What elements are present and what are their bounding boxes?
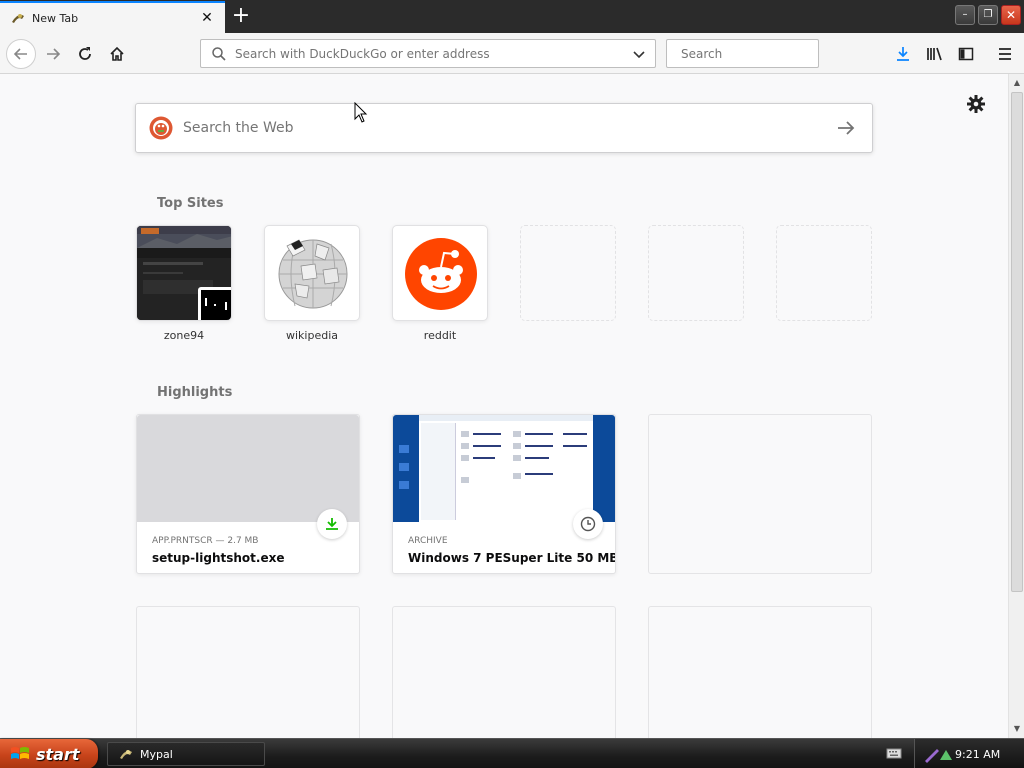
- zone94-favicon-icon: [198, 287, 231, 320]
- search-input[interactable]: [681, 46, 831, 61]
- highlight-card[interactable]: APP.PRNTSCR — 2.7 MB setup-lightshot.exe: [136, 414, 360, 574]
- arrow-right-icon[interactable]: [834, 116, 858, 140]
- tab-close-icon[interactable]: ✕: [199, 10, 215, 26]
- search-bar[interactable]: [666, 39, 831, 68]
- window-minimize-button[interactable]: –: [955, 5, 975, 25]
- highlight-empty: [136, 606, 360, 738]
- hamburger-menu-icon: [999, 48, 1011, 60]
- download-icon: [897, 47, 909, 61]
- wikipedia-globe-icon: [278, 239, 348, 309]
- highlight-thumbnail: [137, 415, 359, 522]
- arrow-left-icon: [13, 48, 27, 60]
- windows-logo-icon: [11, 747, 29, 759]
- empty-tile: [648, 225, 744, 321]
- home-icon: [110, 46, 124, 61]
- highlight-empty: [392, 606, 616, 738]
- highlight-title: setup-lightshot.exe: [152, 551, 285, 565]
- taskbar-button-label: Mypal: [140, 747, 173, 761]
- top-site-zone94[interactable]: zone94: [136, 225, 232, 342]
- sidebar-button[interactable]: [953, 41, 979, 67]
- mypal-favicon-icon: [12, 14, 24, 23]
- start-button[interactable]: start: [0, 739, 98, 768]
- download-badge: [317, 509, 347, 539]
- system-tray: 9:21 AM: [914, 739, 1024, 768]
- top-site-thumbnail: [264, 225, 360, 321]
- search-icon: [212, 46, 226, 61]
- library-icon: [927, 47, 942, 61]
- web-search-input[interactable]: [183, 120, 834, 136]
- reload-icon: [79, 47, 91, 60]
- new-tab-page: Top Sites zone94: [0, 74, 1008, 738]
- menu-button[interactable]: [992, 41, 1018, 67]
- downloads-button[interactable]: [890, 41, 916, 67]
- arrow-right-icon: [47, 48, 61, 60]
- top-site-reddit[interactable]: reddit: [392, 225, 488, 342]
- reload-button[interactable]: [72, 41, 98, 67]
- gear-icon[interactable]: [966, 94, 986, 114]
- empty-tile: [776, 225, 872, 321]
- back-button[interactable]: [6, 39, 36, 69]
- top-sites-heading: Top Sites: [157, 196, 224, 211]
- window-close-button[interactable]: ✕: [1001, 5, 1021, 25]
- window-maximize-button[interactable]: ❐: [978, 5, 998, 25]
- tab-strip: New Tab ✕ + – ❐ ✕: [0, 0, 1024, 33]
- top-site-wikipedia[interactable]: wikipedia: [264, 225, 360, 342]
- clock-icon: [580, 516, 596, 532]
- tray-network-icon[interactable]: [939, 748, 953, 762]
- mypal-icon: [120, 750, 132, 759]
- forward-button[interactable]: [40, 41, 66, 67]
- download-icon: [326, 518, 338, 530]
- vertical-scrollbar[interactable]: ▲ ▼: [1008, 74, 1024, 738]
- new-tab-button[interactable]: +: [230, 5, 252, 28]
- taskbar: start Mypal 9:21 AM: [0, 738, 1024, 768]
- scroll-up-arrow-icon[interactable]: ▲: [1010, 76, 1024, 90]
- top-site-label: zone94: [163, 329, 205, 342]
- tab-title: New Tab: [32, 11, 79, 25]
- tab-new-tab[interactable]: New Tab ✕: [0, 1, 225, 33]
- clock-badge: [573, 509, 603, 539]
- top-site-empty: [520, 225, 616, 321]
- highlights-heading: Highlights: [157, 385, 233, 400]
- highlight-thumbnail: [393, 415, 615, 522]
- navigation-toolbar: [0, 33, 1024, 74]
- highlight-empty: [648, 414, 872, 574]
- library-button[interactable]: [922, 41, 948, 67]
- highlight-card[interactable]: ARCHIVE Windows 7 PESuper Lite 50 MB :..…: [392, 414, 616, 574]
- top-site-empty: [776, 225, 872, 321]
- home-button[interactable]: [104, 41, 130, 67]
- highlight-empty: [648, 606, 872, 738]
- top-site-label: reddit: [423, 329, 457, 342]
- address-input[interactable]: [235, 46, 631, 61]
- mouse-cursor-icon: [354, 102, 368, 123]
- keyboard-icon[interactable]: [886, 746, 902, 760]
- address-bar[interactable]: [200, 39, 656, 68]
- top-site-thumbnail: [136, 225, 232, 321]
- top-site-label: wikipedia: [285, 329, 338, 342]
- sidebar-icon: [958, 47, 974, 61]
- top-site-empty: [648, 225, 744, 321]
- scroll-down-arrow-icon[interactable]: ▼: [1010, 722, 1024, 736]
- empty-tile: [520, 225, 616, 321]
- chevron-down-icon[interactable]: [631, 46, 647, 62]
- web-search-box[interactable]: [135, 103, 873, 153]
- highlight-title: Windows 7 PESuper Lite 50 MB :...: [408, 551, 615, 565]
- duckduckgo-icon: [149, 116, 173, 140]
- reddit-logo-icon: [405, 238, 477, 310]
- scroll-thumb[interactable]: [1011, 92, 1023, 592]
- windows-explorer-screenshot-thumbnail: [393, 415, 615, 522]
- taskbar-button-mypal[interactable]: Mypal: [107, 742, 265, 766]
- taskbar-clock: 9:21 AM: [955, 747, 1001, 761]
- start-label: start: [36, 744, 80, 764]
- top-site-thumbnail: [392, 225, 488, 321]
